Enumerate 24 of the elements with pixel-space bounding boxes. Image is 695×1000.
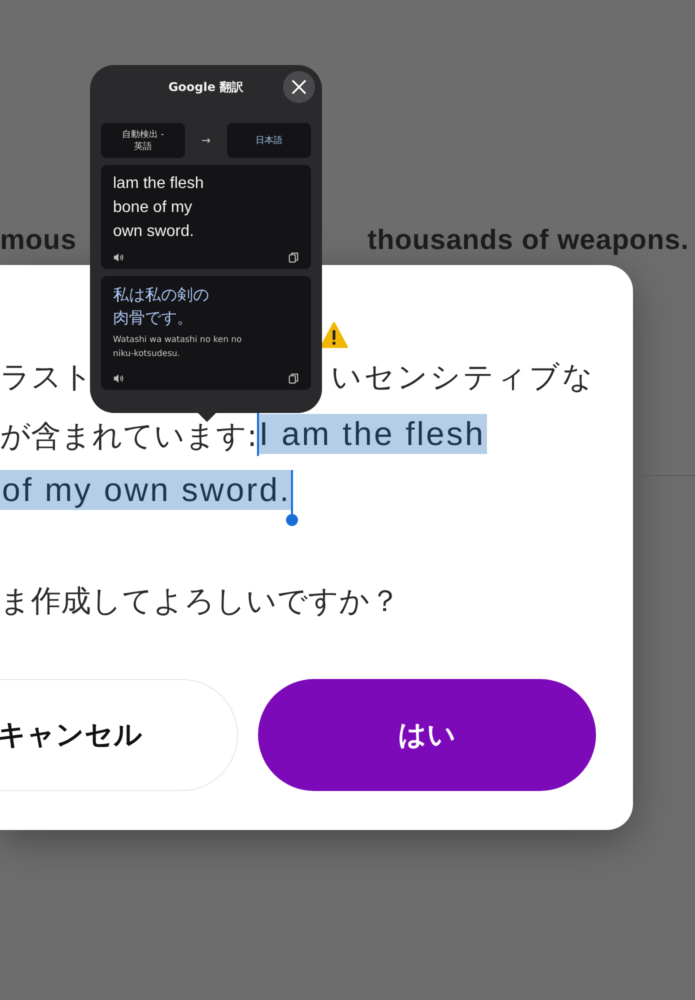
copy-icon xyxy=(288,373,299,384)
source-text: lam the flesh bone of my own sword. xyxy=(113,174,205,242)
speaker-icon xyxy=(113,252,124,263)
arrow-text: → xyxy=(201,134,211,147)
copy-icon xyxy=(288,252,299,263)
translated-text: 私は私の剣の xyxy=(113,284,210,306)
yes-button[interactable]: はい xyxy=(258,679,596,791)
translated-text: 肉骨です。 xyxy=(113,307,194,329)
heading-text: thousands of weapons. xyxy=(367,223,689,257)
selected-text: I am the flesh xyxy=(257,414,488,454)
question-text: ま作成してよろしいですか？ xyxy=(0,583,401,621)
message-text: ラスト xyxy=(0,359,93,397)
close-icon xyxy=(292,80,306,94)
selection-handle xyxy=(286,470,298,526)
close-button[interactable] xyxy=(283,71,315,103)
cancel-button[interactable]: キャンセル xyxy=(0,679,238,791)
romanization-text: Watashi wa watashi no ken no niku-kotsudesu. xyxy=(113,334,243,361)
speaker-icon xyxy=(113,373,124,384)
heading-text: mous xyxy=(0,223,77,257)
message-text: いセンシティブな xyxy=(331,359,595,397)
target-language-button[interactable]: 日本語 xyxy=(227,123,311,158)
popup-title: Google 翻訳 xyxy=(168,78,244,96)
source-language-button[interactable]: 自動検出 - 英語 xyxy=(101,123,185,158)
message-text: が含まれています: xyxy=(0,421,258,453)
